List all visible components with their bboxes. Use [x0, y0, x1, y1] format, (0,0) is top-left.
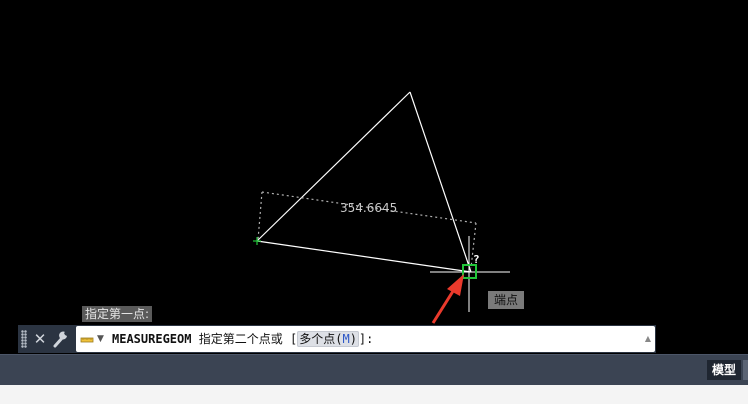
snap-question-mark: ? — [473, 253, 480, 266]
tab-model[interactable]: 模型 — [707, 360, 741, 380]
drawing-canvas[interactable]: 354.6645 ? 端点 指定第一点: — [0, 0, 748, 354]
drag-handle[interactable] — [21, 330, 27, 348]
option-label: 多个点 — [299, 332, 336, 346]
command-line-bar: ✕ ▼ MEASUREGEOM 指定第二个点或 [多个点(M)]: ▲ — [18, 325, 656, 353]
option-multiple-points[interactable]: 多个点(M) — [297, 331, 359, 347]
triangle-edge-left[interactable] — [256, 91, 411, 242]
snap-tooltip: 端点 — [488, 291, 524, 309]
status-bar-edge — [743, 360, 748, 380]
scroll-up-icon[interactable]: ▲ — [645, 334, 651, 343]
wrench-icon[interactable] — [52, 329, 70, 349]
dimension-extension-left — [257, 191, 263, 241]
triangle-edge-right[interactable] — [409, 91, 472, 273]
annotation-arrow — [431, 274, 464, 324]
previous-prompt: 指定第一点: — [82, 306, 153, 322]
bracket-close: ]: — [358, 332, 374, 346]
bottom-strip — [0, 385, 748, 404]
close-icon[interactable]: ✕ — [32, 328, 48, 350]
command-recent-icon[interactable] — [80, 332, 94, 346]
dimension-value: 354.6645 — [340, 201, 398, 215]
command-name: MEASUREGEOM — [112, 332, 192, 346]
option-key: M — [342, 332, 350, 346]
drawing-geometry — [253, 91, 510, 324]
command-input[interactable]: ▼ MEASUREGEOM 指定第二个点或 [多个点(M)]: ▲ — [76, 326, 655, 352]
status-bar: 模型 — [0, 354, 748, 385]
command-text: MEASUREGEOM 指定第二个点或 [多个点(M)]: — [112, 326, 373, 352]
chevron-down-icon[interactable]: ▼ — [97, 330, 104, 348]
triangle-edge-bottom[interactable] — [256, 240, 472, 273]
command-prompt: 指定第二个点或 — [198, 332, 283, 346]
